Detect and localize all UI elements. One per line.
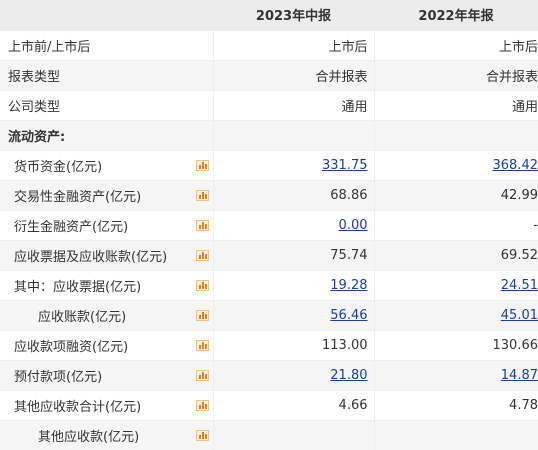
- value-2023-link[interactable]: 0.00: [339, 218, 368, 233]
- bar-chart-icon[interactable]: [196, 220, 209, 231]
- row-label: 上市前/上市后: [8, 36, 90, 55]
- bar-chart-icon[interactable]: [196, 160, 209, 171]
- value-2023-link[interactable]: 19.28: [330, 278, 367, 293]
- table-row: 其中：应收票据(亿元) 19.28 24.51: [0, 270, 538, 300]
- bar-chart-icon[interactable]: [196, 250, 209, 261]
- value-2022: 42.99: [501, 188, 538, 203]
- row-label: 其他应收款合计(亿元): [14, 396, 141, 415]
- value-2022: 4.78: [509, 398, 538, 413]
- header-2023-interim: 2023年中报: [213, 0, 374, 30]
- value-2022: -: [533, 218, 538, 233]
- value-2023-link[interactable]: 331.75: [322, 158, 368, 173]
- section-header-row: 流动资产:: [0, 120, 538, 150]
- bar-chart-icon[interactable]: [196, 370, 209, 381]
- table-row: 其他应收款(亿元): [0, 420, 538, 450]
- value-2023-link[interactable]: 21.80: [330, 368, 367, 383]
- value-2023: 113.00: [322, 338, 368, 353]
- value-2023: 上市后: [328, 40, 367, 55]
- bar-chart-icon[interactable]: [196, 280, 209, 291]
- row-label: 其他应收款(亿元): [38, 426, 139, 445]
- row-label: 公司类型: [8, 96, 60, 115]
- balance-sheet-table: 2023年中报 2022年年报 上市前/上市后 上市后 上市后 报表类型 合并报…: [0, 0, 538, 450]
- table-row: 应收票据及应收账款(亿元) 75.74 69.52: [0, 240, 538, 270]
- bar-chart-icon[interactable]: [196, 400, 209, 411]
- value-2022-link[interactable]: 14.87: [501, 368, 538, 383]
- table-row: 应收账款(亿元) 56.46 45.01: [0, 300, 538, 330]
- bar-chart-icon[interactable]: [196, 190, 209, 201]
- bar-chart-icon[interactable]: [196, 430, 209, 441]
- bar-chart-icon[interactable]: [196, 310, 209, 321]
- section-label: 流动资产:: [8, 126, 65, 145]
- row-label: 衍生金融资产(亿元): [14, 216, 128, 235]
- value-2022-link[interactable]: 368.42: [493, 158, 538, 173]
- row-label: 交易性金融资产(亿元): [14, 186, 141, 205]
- value-2023: 4.66: [339, 398, 368, 413]
- table-row: 衍生金融资产(亿元) 0.00 -: [0, 210, 538, 240]
- table-row: 预付款项(亿元) 21.80 14.87: [0, 360, 538, 390]
- value-2023: 68.86: [330, 188, 367, 203]
- value-2022: 合并报表: [486, 70, 538, 85]
- row-label: 应收账款(亿元): [38, 306, 126, 325]
- value-2022: 69.52: [501, 248, 538, 263]
- header-label-cell: [0, 0, 213, 30]
- row-label: 应收票据及应收账款(亿元): [14, 246, 167, 265]
- value-2023: 合并报表: [315, 70, 367, 85]
- table-row: 上市前/上市后 上市后 上市后: [0, 30, 538, 60]
- row-label: 其中：应收票据(亿元): [14, 276, 141, 295]
- table-row: 其他应收款合计(亿元) 4.66 4.78: [0, 390, 538, 420]
- value-2022: 通用: [512, 100, 538, 115]
- bar-chart-icon[interactable]: [196, 340, 209, 351]
- row-label: 预付款项(亿元): [14, 366, 102, 385]
- value-2023: 75.74: [330, 248, 367, 263]
- table-row: 报表类型 合并报表 合并报表: [0, 60, 538, 90]
- table-row: 交易性金融资产(亿元) 68.86 42.99: [0, 180, 538, 210]
- header-2022-annual: 2022年年报: [374, 0, 538, 30]
- table-header-row: 2023年中报 2022年年报: [0, 0, 538, 30]
- value-2023: 通用: [341, 100, 367, 115]
- table-row: 货币资金(亿元) 331.75 368.42: [0, 150, 538, 180]
- row-label: 应收款项融资(亿元): [14, 336, 128, 355]
- table-row: 公司类型 通用 通用: [0, 90, 538, 120]
- value-2022-link[interactable]: 45.01: [501, 308, 538, 323]
- value-2022-link[interactable]: 24.51: [501, 278, 538, 293]
- row-label: 货币资金(亿元): [14, 156, 102, 175]
- value-2023-link[interactable]: 56.46: [330, 308, 367, 323]
- table-row: 应收款项融资(亿元) 113.00 130.66: [0, 330, 538, 360]
- value-2022: 130.66: [493, 338, 538, 353]
- row-label: 报表类型: [8, 66, 60, 85]
- value-2022: 上市后: [499, 40, 538, 55]
